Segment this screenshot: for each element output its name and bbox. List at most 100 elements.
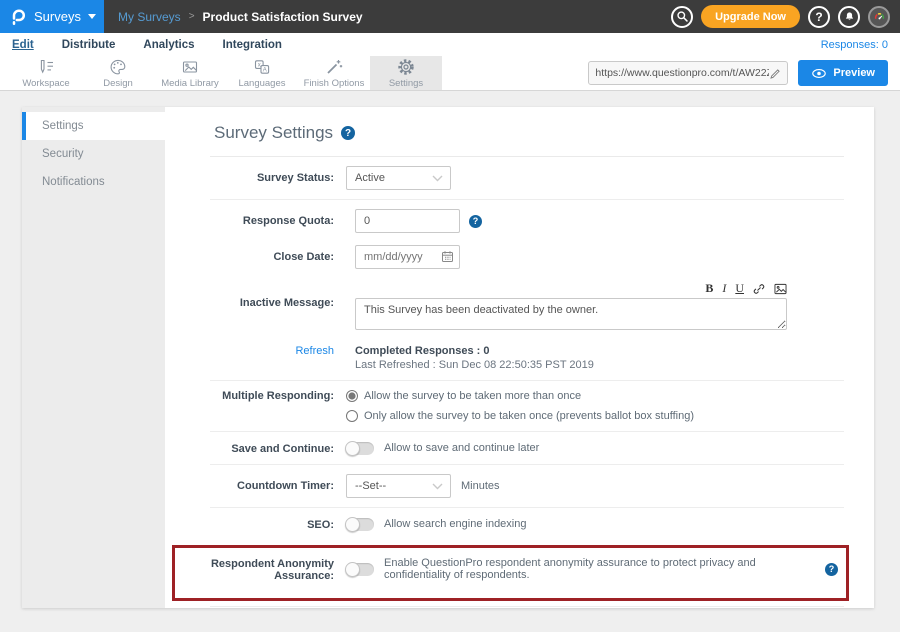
workspace-icon [36,57,56,77]
toolbar-item-design[interactable]: Design [82,56,154,90]
survey-subnav: Edit Distribute Analytics Integration Re… [0,33,900,56]
survey-settings-help-icon[interactable]: ? [341,126,355,140]
toolbar-item-media-library[interactable]: Media Library [154,56,226,90]
radio-allow-once[interactable] [346,410,358,422]
chevron-down-icon [88,14,96,19]
toolbar-item-languages[interactable]: x A Languages [226,56,298,90]
finish-options-icon [324,57,344,77]
toolbar-item-finish-options[interactable]: Finish Options [298,56,370,90]
multiple-responding-row: Multiple Responding: Allow the survey to… [210,381,844,432]
upgrade-now-button[interactable]: Upgrade Now [701,5,800,28]
tab-edit[interactable]: Edit [12,39,34,51]
multiple-responding-option-1[interactable]: Allow the survey to be taken more than o… [346,390,844,402]
countdown-timer-row: Countdown Timer: --Set-- Minutes [210,465,844,508]
survey-url: https://www.questionpro.com/t/AW22Zf4yf [595,67,769,79]
topbar-actions: Upgrade Now ? [671,5,900,28]
italic-button[interactable]: I [722,281,726,296]
survey-status-row: Survey Status: Active [210,157,844,200]
eye-icon [811,68,827,79]
title-row: Survey Settings ? [210,107,844,157]
surveys-menu-label: Surveys [34,9,81,24]
countdown-timer-select[interactable]: --Set-- [346,474,451,498]
toolbar-item-settings[interactable]: Settings [370,56,442,90]
preview-label: Preview [833,67,875,79]
page-title: Survey Settings [214,123,333,143]
help-icon[interactable]: ? [808,6,830,28]
preview-button[interactable]: Preview [798,60,888,86]
settings-sidebar: Settings Security Notifications [22,107,165,608]
toolbar-item-label: Design [103,78,133,89]
settings-main: Survey Settings ? Survey Status: Active … [165,107,874,608]
sidebar-item-notifications[interactable]: Notifications [22,168,165,196]
sidebar-item-security[interactable]: Security [22,140,165,168]
survey-url-box[interactable]: https://www.questionpro.com/t/AW22Zf4yf [588,61,788,85]
link-icon[interactable] [753,283,765,295]
save-and-continue-description: Allow to save and continue later [384,442,539,454]
radio-allow-multiple[interactable] [346,390,358,402]
refresh-link[interactable]: Refresh [210,345,346,357]
response-quota-label: Response Quota: [210,215,346,227]
seo-toggle[interactable] [346,518,374,531]
toolbar-item-label: Workspace [22,78,69,89]
languages-icon: x A [252,57,272,77]
responses-count[interactable]: Responses: 0 [821,39,888,51]
edit-toolbar: Workspace Design Media Library x A Langu… [0,56,900,91]
countdown-timer-value: --Set-- [355,480,386,492]
survey-status-label: Survey Status: [210,166,346,190]
svg-text:x: x [258,63,261,69]
anonymity-highlight-box: Respondent Anonymity Assurance: Enable Q… [172,545,849,601]
toolbar-item-label: Settings [389,78,423,89]
sidebar-item-settings[interactable]: Settings [22,112,165,140]
breadcrumb-separator: > [189,11,195,22]
anonymity-toggle[interactable] [346,563,374,576]
inactive-message-textarea[interactable]: This Survey has been deactivated by the … [355,298,787,330]
close-date-label: Close Date: [210,251,346,263]
questionpro-logo-icon [9,8,27,26]
insert-image-icon[interactable] [774,283,787,295]
survey-status-value: Active [355,172,385,184]
score-gauge-icon[interactable] [868,6,890,28]
multiple-responding-option-2[interactable]: Only allow the survey to be taken once (… [346,410,844,422]
search-icon[interactable] [671,6,693,28]
quota-group: Response Quota: ? Close Date: Inactive M… [210,200,844,381]
notifications-bell-icon[interactable] [838,6,860,28]
richtext-toolbar: B I U [355,281,787,298]
anonymity-description: Enable QuestionPro respondent anonymity … [384,557,815,581]
anonymity-help-icon[interactable]: ? [825,563,838,576]
toolbar-item-workspace[interactable]: Workspace [10,56,82,90]
save-row: Save Changes [210,606,844,608]
design-icon [108,57,128,77]
toolbar-item-label: Finish Options [304,78,365,89]
settings-panel: Settings Security Notifications Survey S… [22,107,874,608]
anonymity-label: Respondent Anonymity Assurance: [175,556,346,582]
survey-status-select[interactable]: Active [346,166,451,190]
breadcrumb-current: Product Satisfaction Survey [203,10,363,24]
top-navbar: Surveys My Surveys > Product Satisfactio… [0,0,900,33]
product-menu[interactable]: Surveys [0,0,104,33]
last-refreshed: Last Refreshed : Sun Dec 08 22:50:35 PST… [355,359,594,371]
countdown-timer-suffix: Minutes [461,480,500,492]
save-and-continue-label: Save and Continue: [210,441,346,455]
underline-button[interactable]: U [735,281,744,296]
radio-label: Allow the survey to be taken more than o… [364,390,581,402]
media-library-icon [180,57,200,77]
save-and-continue-row: Save and Continue: Allow to save and con… [210,432,844,465]
toolbar-item-label: Languages [238,78,285,89]
calendar-icon[interactable] [441,250,454,263]
response-quota-help-icon[interactable]: ? [469,215,482,228]
save-and-continue-toggle[interactable] [346,442,374,455]
seo-label: SEO: [210,517,346,531]
svg-text:A: A [263,67,267,73]
countdown-timer-label: Countdown Timer: [210,474,346,498]
bold-button[interactable]: B [705,281,713,296]
edit-pencil-icon[interactable] [769,67,781,79]
multiple-responding-label: Multiple Responding: [210,390,346,422]
response-quota-input[interactable] [355,209,460,233]
breadcrumb-parent[interactable]: My Surveys [118,10,181,24]
tab-integration[interactable]: Integration [223,39,282,51]
tab-distribute[interactable]: Distribute [62,39,116,51]
seo-row: SEO: Allow search engine indexing [210,508,844,540]
settings-gear-icon [396,57,416,77]
tab-analytics[interactable]: Analytics [143,39,194,51]
radio-label: Only allow the survey to be taken once (… [364,410,694,422]
